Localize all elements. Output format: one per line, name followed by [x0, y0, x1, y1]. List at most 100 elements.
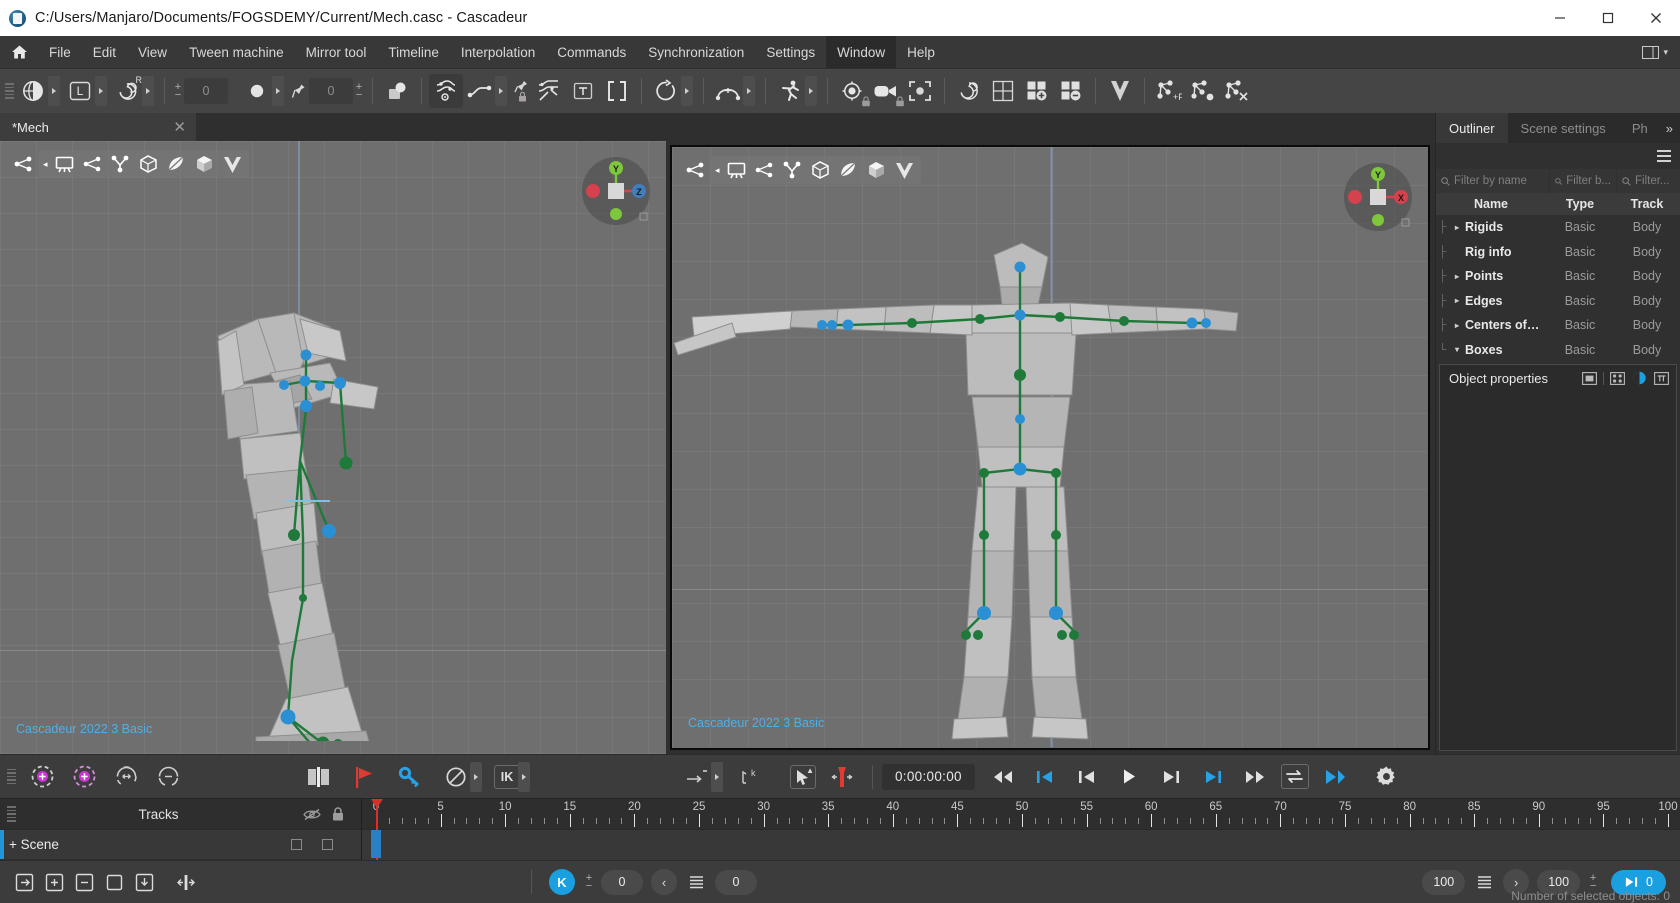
- tab-outliner[interactable]: Outliner: [1436, 113, 1508, 143]
- pi-props-icon[interactable]: [1653, 371, 1670, 386]
- column-header-name[interactable]: Name: [1436, 193, 1546, 215]
- red-flag-icon[interactable]: [348, 761, 380, 793]
- toolbar-grip[interactable]: [2, 78, 16, 104]
- solid-box-icon[interactable]: [863, 156, 891, 184]
- chevron-right-icon[interactable]: ▸: [1449, 321, 1465, 330]
- tab-scene-settings[interactable]: Scene settings: [1508, 113, 1619, 143]
- no-interp-icon[interactable]: [440, 761, 472, 793]
- viewport-side[interactable]: ◂ Y Z Cascadeur 2022 3 Basic: [0, 141, 666, 754]
- filter-by-track[interactable]: Filter...: [1617, 169, 1680, 193]
- range-start-field[interactable]: 100: [1422, 869, 1466, 895]
- eye-off-icon[interactable]: [299, 808, 325, 821]
- menu-item-file[interactable]: File: [38, 36, 82, 68]
- menu-item-synchronization[interactable]: Synchronization: [637, 36, 755, 68]
- gear-icon[interactable]: [1371, 761, 1403, 793]
- viewport-front-axis-gizmo[interactable]: Y X: [1342, 161, 1414, 233]
- range-stepper[interactable]: + −: [1587, 873, 1599, 892]
- lock-checkbox[interactable]: [322, 839, 333, 850]
- viewport-side-caret[interactable]: ◂: [40, 159, 51, 170]
- step-value-field[interactable]: 0: [184, 78, 228, 104]
- box-wire-icon[interactable]: [807, 156, 835, 184]
- copy-frame-icon[interactable]: [99, 868, 129, 896]
- timeline-current-key[interactable]: [371, 830, 381, 858]
- key-icon[interactable]: [394, 761, 426, 793]
- lock-icon[interactable]: [325, 806, 351, 822]
- grid-icon[interactable]: [986, 74, 1020, 108]
- cut-point-icon[interactable]: [1220, 74, 1254, 108]
- filter-by-type[interactable]: Filter b...: [1550, 169, 1616, 193]
- rotate-tool-icon[interactable]: [649, 74, 683, 108]
- brackets-icon[interactable]: [600, 74, 634, 108]
- chevron-right-icon[interactable]: ▸: [1449, 272, 1465, 281]
- text-tool-icon[interactable]: [566, 74, 600, 108]
- next-frame-icon[interactable]: [1155, 761, 1187, 793]
- framing-icon[interactable]: [903, 74, 937, 108]
- viewport-front-caret[interactable]: ◂: [712, 165, 723, 176]
- add-point-icon[interactable]: +P: [1152, 74, 1186, 108]
- dock-tabs-overflow[interactable]: »: [1659, 113, 1680, 143]
- loop-icon[interactable]: [1280, 764, 1309, 789]
- mirror-frame-icon[interactable]: [171, 868, 201, 896]
- rig-icon[interactable]: [107, 150, 135, 178]
- menu-item-settings[interactable]: Settings: [755, 36, 826, 68]
- key-stepper[interactable]: + −: [583, 873, 595, 892]
- pin-lock-icon[interactable]: [510, 74, 532, 108]
- prev-key-button[interactable]: ‹: [651, 869, 677, 895]
- list-icon[interactable]: [681, 868, 711, 896]
- menu-item-interpolation[interactable]: Interpolation: [450, 36, 546, 68]
- keyframe-all-icon[interactable]: [26, 761, 58, 793]
- rewind-icon[interactable]: [987, 761, 1019, 793]
- key-badge[interactable]: K: [549, 869, 575, 895]
- menu-item-commands[interactable]: Commands: [546, 36, 637, 68]
- chevron-down-icon[interactable]: ▾: [1449, 345, 1465, 354]
- timeline-ruler[interactable]: 0510152025303540455055606570758085909510…: [362, 799, 1680, 860]
- globe-selection-icon[interactable]: [16, 74, 50, 108]
- close-icon[interactable]: ✕: [173, 120, 186, 135]
- table-row[interactable]: └ ▾ Boxes Basic Body: [1436, 338, 1680, 361]
- fast-forward-icon[interactable]: [1239, 761, 1271, 793]
- keyframe-add-icon[interactable]: [68, 761, 100, 793]
- hamburger-menu-icon[interactable]: [1657, 150, 1671, 162]
- timeline-row-scene[interactable]: + Scene: [0, 829, 361, 859]
- second-value-field[interactable]: 0: [715, 869, 757, 895]
- solid-box-icon[interactable]: [191, 150, 219, 178]
- tab-physics[interactable]: Ph: [1619, 113, 1653, 143]
- camera-icon[interactable]: [869, 74, 904, 108]
- physics-ball-icon[interactable]: [380, 74, 414, 108]
- camera-view-icon[interactable]: [51, 150, 79, 178]
- key-value-field[interactable]: 0: [601, 869, 643, 895]
- prev-frame-icon[interactable]: [1071, 761, 1103, 793]
- frame-stepper[interactable]: + −: [353, 82, 365, 101]
- joints-icon[interactable]: [10, 150, 38, 178]
- selection-mode-icon[interactable]: k: [734, 761, 766, 793]
- fcurve-editor-icon[interactable]: [429, 74, 463, 108]
- viewport-side-axis-gizmo[interactable]: Y Z: [580, 155, 652, 227]
- ghost-icon[interactable]: [835, 156, 863, 184]
- menu-item-tween-machine[interactable]: Tween machine: [178, 36, 295, 68]
- add-frame-icon[interactable]: [9, 868, 39, 896]
- ik-dropdown[interactable]: [518, 761, 530, 792]
- chevron-right-icon[interactable]: ▸: [1449, 223, 1465, 232]
- ik-icon[interactable]: IK: [494, 764, 520, 789]
- save-frame-icon[interactable]: [129, 868, 159, 896]
- target-icon[interactable]: [835, 74, 870, 108]
- menu-item-timeline[interactable]: Timeline: [377, 36, 450, 68]
- chevron-right-icon[interactable]: ▸: [1449, 296, 1465, 305]
- physics-runner-icon[interactable]: [773, 74, 807, 108]
- jump-start-icon[interactable]: [1029, 761, 1061, 793]
- grid-props-icon[interactable]: [1609, 371, 1626, 386]
- box-wire-icon[interactable]: [135, 150, 163, 178]
- outliner-tree[interactable]: ├ ▸ Rigids Basic Body ├ Rig info Basic Body…: [1436, 215, 1680, 360]
- filter-by-name[interactable]: Filter by name: [1436, 169, 1549, 193]
- delete-frame-icon[interactable]: [69, 868, 99, 896]
- center-playhead-icon[interactable]: [826, 761, 858, 793]
- points-icon[interactable]: [79, 150, 107, 178]
- menu-item-view[interactable]: View: [127, 36, 178, 68]
- play-range-icon[interactable]: [1319, 761, 1351, 793]
- home-icon[interactable]: [0, 36, 38, 68]
- document-tab-mech[interactable]: *Mech ✕: [0, 113, 196, 141]
- no-interp-dropdown[interactable]: [470, 761, 482, 792]
- timeline-grip[interactable]: [4, 801, 18, 827]
- quickrig-icon[interactable]: [219, 150, 247, 178]
- frame-value-field[interactable]: 0: [309, 78, 353, 104]
